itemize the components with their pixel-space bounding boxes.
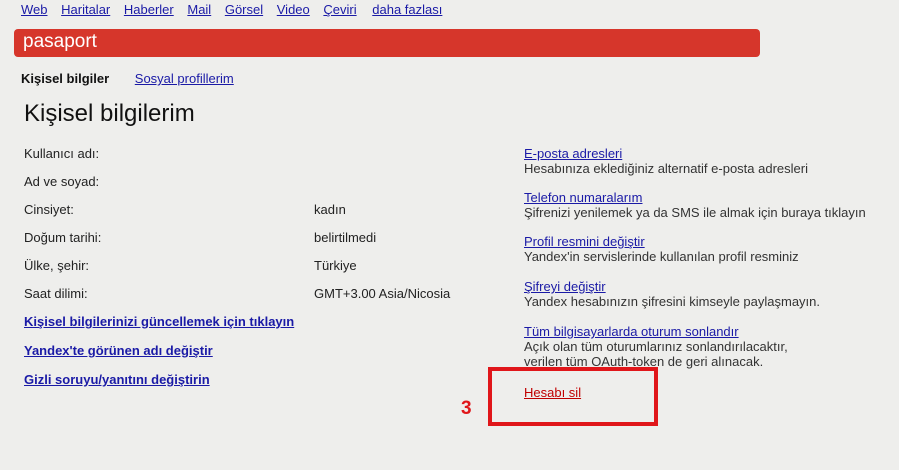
page-title: Kişisel bilgilerim [24, 100, 195, 127]
tab-personal-info[interactable]: Kişisel bilgiler [21, 71, 109, 86]
info-label: Ad ve soyad: [24, 174, 100, 189]
side-item-description: Hesabınıza eklediğiniz alternatif e-post… [524, 161, 808, 176]
annotation-step-number: 3 [461, 398, 472, 419]
update-info-link[interactable]: Kişisel bilgilerinizi güncellemek için t… [24, 314, 294, 329]
info-value: GMT+3.00 Asia/Nicosia [314, 286, 451, 301]
nav-link-more[interactable]: daha fazlası [372, 2, 442, 17]
info-row-gender: Cinsiyet: kadın [24, 202, 484, 220]
side-item-description: Yandex'in servislerinde kullanılan profi… [524, 249, 799, 264]
profile-tabs: Kişisel bilgiler Sosyal profillerim [21, 71, 234, 86]
info-label: Doğum tarihi: [24, 230, 102, 245]
nav-link-mail[interactable]: Mail [187, 2, 211, 17]
info-label: Cinsiyet: [24, 202, 74, 217]
info-row-birthdate: Doğum tarihi: belirtilmedi [24, 230, 484, 248]
nav-link-translate[interactable]: Çeviri [323, 2, 356, 17]
brand-bar: pasaport [14, 29, 760, 57]
info-row-fullname: Ad ve soyad: [24, 174, 484, 192]
change-password-link[interactable]: Şifreyi değiştir [524, 279, 884, 294]
side-item-avatar: Profil resmini değiştir Yandex'in servis… [524, 234, 884, 264]
info-label: Ülke, şehir: [24, 258, 90, 273]
info-row-timezone: Saat dilimi: GMT+3.00 Asia/Nicosia [24, 286, 484, 304]
logout-all-sessions-link[interactable]: Tüm bilgisayarlarda oturum sonlandır [524, 324, 884, 339]
nav-link-maps[interactable]: Haritalar [61, 2, 110, 17]
brand-name[interactable]: pasaport [23, 31, 97, 53]
change-secret-question-link[interactable]: Gizli soruyu/yanıtını değiştirin [24, 372, 210, 387]
nav-link-web[interactable]: Web [21, 2, 48, 17]
nav-link-video[interactable]: Video [277, 2, 310, 17]
phone-numbers-link[interactable]: Telefon numaralarım [524, 190, 884, 205]
info-row-username: Kullanıcı adı: [24, 146, 484, 164]
side-item-emails: E-posta adresleri Hesabınıza eklediğiniz… [524, 146, 884, 176]
info-label: Kullanıcı adı: [24, 146, 100, 161]
info-row-country-city: Ülke, şehir: Türkiye [24, 258, 484, 276]
info-value: Türkiye [314, 258, 357, 273]
side-item-description: Şifrenizi yenilemek ya da SMS ile almak … [524, 205, 866, 220]
email-addresses-link[interactable]: E-posta adresleri [524, 146, 884, 161]
change-display-name-link[interactable]: Yandex'te görünen adı değiştir [24, 343, 213, 358]
annotation-highlight-box [488, 367, 658, 426]
side-item-description: Yandex hesabınızın şifresini kimseyle pa… [524, 294, 821, 309]
info-value: belirtilmedi [314, 230, 377, 245]
side-item-password: Şifreyi değiştir Yandex hesabınızın şifr… [524, 279, 884, 309]
info-value: kadın [314, 202, 346, 217]
side-item-phones: Telefon numaralarım Şifrenizi yenilemek … [524, 190, 884, 220]
side-item-description: Açık olan tüm oturumlarınız sonlandırıla… [524, 339, 788, 354]
nav-link-images[interactable]: Görsel [225, 2, 263, 17]
change-avatar-link[interactable]: Profil resmini değiştir [524, 234, 884, 249]
side-item-logout-all: Tüm bilgisayarlarda oturum sonlandır Açı… [524, 324, 884, 369]
tab-social-profiles[interactable]: Sosyal profillerim [135, 71, 234, 86]
top-service-nav: Web Haritalar Haberler Mail Görsel Video… [21, 2, 452, 17]
info-label: Saat dilimi: [24, 286, 88, 301]
nav-link-news[interactable]: Haberler [124, 2, 174, 17]
